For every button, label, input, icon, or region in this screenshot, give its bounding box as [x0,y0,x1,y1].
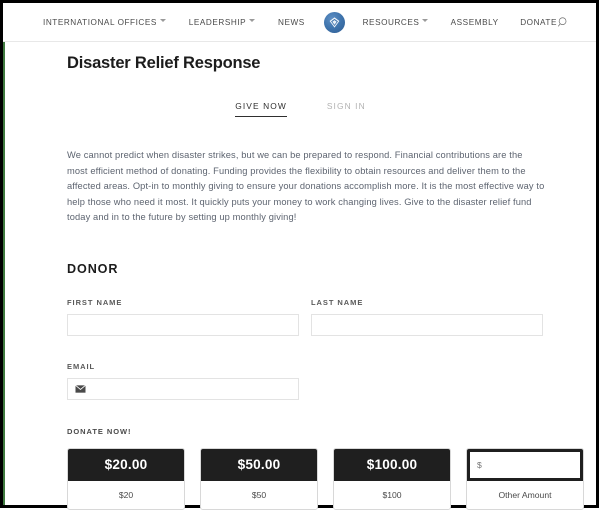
nav-item-donate[interactable]: DONATE [520,18,557,27]
site-navigation-bar: INTERNATIONAL OFFICES LEADERSHIP NEWS RE… [3,3,596,42]
last-name-field-group: LAST NAME [311,298,543,336]
chevron-down-icon [249,18,256,22]
first-name-field-group: FIRST NAME [67,298,299,336]
amount-option-value: $20.00 [68,448,184,481]
amount-option-100[interactable]: $100.00 $100 [333,447,451,510]
last-name-input[interactable] [311,313,543,336]
amount-option-other[interactable]: Other Amount [466,447,584,510]
tab-sign-in[interactable]: SIGN IN [327,101,366,117]
amount-option-value: $50.00 [201,448,317,481]
email-field-group: EMAIL [67,362,299,400]
donate-now-label: DONATE NOW! [67,426,132,436]
nav-item-resources[interactable]: RESOURCES [363,18,429,27]
donation-amount-options: $20.00 $20 $50.00 $50 $100.00 $100 Other… [67,447,596,510]
nav-item-label: LEADERSHIP [188,17,247,27]
chevron-down-icon [159,18,166,22]
chevron-down-icon [422,18,429,22]
custom-amount-input[interactable] [470,451,580,478]
nav-item-label: RESOURCES [362,17,420,27]
nav-item-international-offices[interactable]: INTERNATIONAL OFFICES [43,18,166,27]
content-inner-column: Disaster Relief Response GIVE NOW SIGN I… [5,42,596,510]
amount-option-caption: $50 [201,480,317,509]
amount-option-caption: $100 [334,480,450,509]
nav-item-leadership[interactable]: LEADERSHIP [188,17,256,27]
intro-paragraph: We cannot predict when disaster strikes,… [67,150,545,223]
donation-tab-bar: GIVE NOW SIGN IN [67,101,596,117]
email-input[interactable] [67,377,299,400]
amount-option-20[interactable]: $20.00 $20 [67,447,185,510]
email-input-wrapper [67,377,299,400]
page-title: Disaster Relief Response [67,54,261,72]
nav-item-label: DONATE [520,17,557,27]
name-field-row: FIRST NAME LAST NAME [67,298,596,336]
nav-item-label: NEWS [278,17,305,27]
amount-option-caption: $20 [68,480,184,509]
nav-item-label: ASSEMBLY [450,17,499,27]
nav-item-label: INTERNATIONAL OFFICES [43,17,157,27]
first-name-input[interactable] [67,313,299,336]
custom-amount-caption: Other Amount [467,480,583,509]
custom-amount-input-wrapper [467,448,583,481]
amount-option-50[interactable]: $50.00 $50 [200,447,318,510]
first-name-label: FIRST NAME [67,297,123,307]
last-name-label: LAST NAME [311,297,364,307]
diamond-shield-logo-icon[interactable] [323,11,345,33]
nav-item-assembly[interactable]: ASSEMBLY [451,18,499,27]
search-icon[interactable] [557,16,570,29]
donor-section-heading: DONOR [67,261,119,276]
page-content-area: Disaster Relief Response GIVE NOW SIGN I… [3,42,596,510]
email-label: EMAIL [67,361,96,371]
amount-option-value: $100.00 [334,448,450,481]
nav-item-news[interactable]: NEWS [278,18,305,27]
browser-page-frame: INTERNATIONAL OFFICES LEADERSHIP NEWS RE… [0,0,599,510]
tab-give-now[interactable]: GIVE NOW [235,101,287,117]
